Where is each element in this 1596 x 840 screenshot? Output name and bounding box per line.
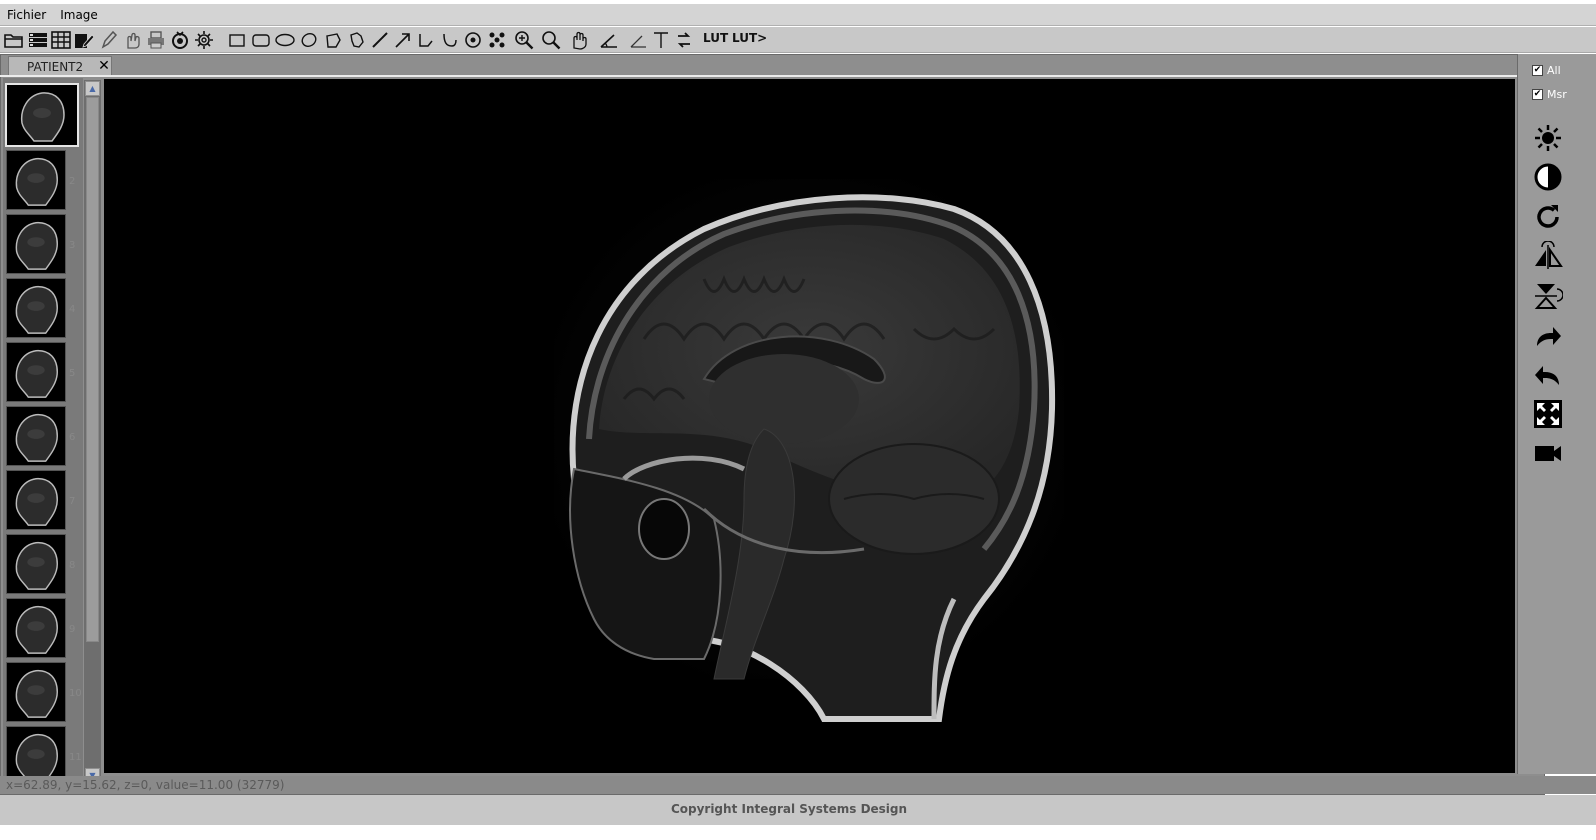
angle-tool-icon[interactable] bbox=[598, 29, 620, 51]
cobb-angle-tool-icon[interactable] bbox=[627, 29, 649, 51]
fullscreen-icon[interactable] bbox=[1532, 398, 1564, 430]
checkbox-msr-box[interactable]: ✔ bbox=[1532, 89, 1543, 100]
right-tool-panel: ✔ All ✔ Msr bbox=[1517, 54, 1596, 774]
footer: Copyright Integral Systems Design bbox=[0, 795, 1596, 825]
close-icon[interactable]: ✕ bbox=[97, 58, 111, 74]
thumbnail[interactable] bbox=[6, 598, 66, 658]
rounded-rect-tool-icon[interactable] bbox=[250, 29, 272, 51]
app-window: Fichier Image LUT LUT> PATIENT2 ✕ 2 3 4 … bbox=[0, 0, 1596, 840]
thumbnail[interactable] bbox=[6, 662, 66, 722]
thumbnail-brain-shape bbox=[27, 621, 45, 631]
thumbnail-number: 7 bbox=[69, 496, 76, 507]
menu-image[interactable]: Image bbox=[53, 4, 105, 26]
thumbnail-number: 9 bbox=[69, 624, 76, 635]
pan-hand-icon[interactable] bbox=[567, 29, 589, 51]
menu-bar: Fichier Image bbox=[0, 4, 1596, 26]
contrast-icon[interactable] bbox=[1532, 161, 1564, 193]
thumbnail[interactable] bbox=[6, 214, 66, 274]
polyline-tool-icon[interactable] bbox=[415, 29, 437, 51]
dots-tool-icon[interactable] bbox=[486, 29, 508, 51]
edit-doc-icon[interactable] bbox=[73, 29, 95, 51]
thumbnail[interactable] bbox=[6, 150, 66, 210]
pen-icon[interactable] bbox=[98, 29, 120, 51]
thumbnail-number: 8 bbox=[69, 560, 76, 571]
thumbnail[interactable] bbox=[6, 278, 66, 338]
thumbnail[interactable] bbox=[6, 534, 66, 594]
thumbnail[interactable] bbox=[6, 470, 66, 530]
hand-select-icon[interactable] bbox=[121, 29, 143, 51]
tab-strip: PATIENT2 ✕ bbox=[4, 56, 1544, 76]
status-bar: x=62.89, y=15.62, z=0, value=11.00 (3277… bbox=[0, 776, 1596, 794]
video-camera-icon[interactable] bbox=[1532, 437, 1564, 469]
thumbnail-number: 10 bbox=[69, 688, 82, 699]
polygon-tool-icon[interactable] bbox=[322, 29, 344, 51]
thumbnail-brain-shape bbox=[27, 237, 45, 247]
curve-tool-icon[interactable] bbox=[439, 29, 461, 51]
thumbnail-brain-shape bbox=[27, 749, 45, 759]
tab-divider bbox=[0, 75, 1545, 77]
cursor-readout: x=62.89, y=15.62, z=0, value=11.00 (3277… bbox=[6, 778, 285, 792]
thumbnail-brain-shape bbox=[27, 365, 45, 375]
print-icon[interactable] bbox=[145, 29, 167, 51]
rotate-icon[interactable] bbox=[1532, 201, 1564, 233]
thumbnail-brain-shape bbox=[27, 493, 45, 503]
line-tool-icon[interactable] bbox=[369, 29, 391, 51]
point-tool-icon[interactable] bbox=[462, 29, 484, 51]
open-folder-icon[interactable] bbox=[3, 29, 25, 51]
flip-vertical-icon[interactable] bbox=[1532, 280, 1564, 312]
thumbnail-selected[interactable] bbox=[5, 83, 79, 147]
thumbnail-number: 4 bbox=[69, 304, 76, 315]
tab-label: PATIENT2 bbox=[27, 60, 84, 74]
msr-checkbox[interactable]: ✔ Msr bbox=[1532, 88, 1567, 101]
toolbar: LUT LUT> bbox=[0, 27, 1596, 53]
thumbnail-number: 6 bbox=[69, 432, 76, 443]
thumbnail-brain-shape bbox=[27, 429, 45, 439]
magnifier-icon[interactable] bbox=[540, 29, 562, 51]
ellipse-tool-icon[interactable] bbox=[274, 29, 296, 51]
thumbnail-number: 3 bbox=[69, 240, 76, 251]
flip-horizontal-icon[interactable] bbox=[1532, 240, 1564, 272]
mri-image bbox=[554, 179, 1064, 722]
thumbnail-brain-shape bbox=[27, 301, 45, 311]
tab-patient2[interactable]: PATIENT2 ✕ bbox=[8, 56, 112, 76]
arrow-tool-icon[interactable] bbox=[392, 29, 414, 51]
checkbox-all-box[interactable]: ✔ bbox=[1532, 65, 1543, 76]
zoom-in-icon[interactable] bbox=[513, 29, 535, 51]
table-icon[interactable] bbox=[50, 29, 72, 51]
lut-next-button[interactable]: LUT> bbox=[732, 31, 767, 45]
copyright-text: Copyright Integral Systems Design bbox=[670, 802, 908, 816]
freehand-ellipse-tool-icon[interactable] bbox=[298, 29, 320, 51]
undo-icon[interactable] bbox=[1532, 359, 1564, 391]
list-icon[interactable] bbox=[27, 29, 49, 51]
thumbnail-brain-shape bbox=[27, 685, 45, 695]
thumbnail[interactable] bbox=[6, 406, 66, 466]
checkbox-all-label: All bbox=[1547, 64, 1561, 77]
checkbox-msr-label: Msr bbox=[1547, 88, 1567, 101]
text-tool-icon[interactable] bbox=[650, 29, 672, 51]
thumbnail-brain-shape bbox=[27, 173, 45, 183]
thumbnail[interactable] bbox=[6, 342, 66, 402]
brightness-icon[interactable] bbox=[1532, 122, 1564, 154]
redo-icon[interactable] bbox=[1532, 320, 1564, 352]
all-checkbox[interactable]: ✔ All bbox=[1532, 64, 1561, 77]
freehand-polygon-tool-icon[interactable] bbox=[346, 29, 368, 51]
thumbnail-brain-shape bbox=[27, 557, 45, 567]
lut-button[interactable]: LUT bbox=[703, 31, 728, 45]
thumbnail-brain-shape bbox=[33, 108, 51, 118]
rectangle-tool-icon[interactable] bbox=[226, 29, 248, 51]
menu-fichier[interactable]: Fichier bbox=[0, 4, 53, 26]
scrollbar-thumb[interactable] bbox=[86, 97, 99, 642]
transfer-icon[interactable] bbox=[673, 29, 695, 51]
scroll-up-arrow-icon[interactable]: ▲ bbox=[85, 81, 100, 96]
thumbnail-number: 2 bbox=[69, 176, 76, 187]
thumbnail-list: 2 3 4 5 6 7 8 9 10 11 bbox=[3, 78, 83, 786]
thumbnail-number: 11 bbox=[69, 752, 82, 763]
thumbnail-scrollbar[interactable]: ▲ ▼ bbox=[84, 80, 101, 785]
thumbnail-number: 5 bbox=[69, 368, 76, 379]
bottom-strip bbox=[0, 825, 1596, 840]
image-viewer[interactable] bbox=[104, 79, 1515, 773]
settings-gear-icon[interactable] bbox=[193, 29, 215, 51]
anonymize-icon[interactable] bbox=[169, 29, 191, 51]
